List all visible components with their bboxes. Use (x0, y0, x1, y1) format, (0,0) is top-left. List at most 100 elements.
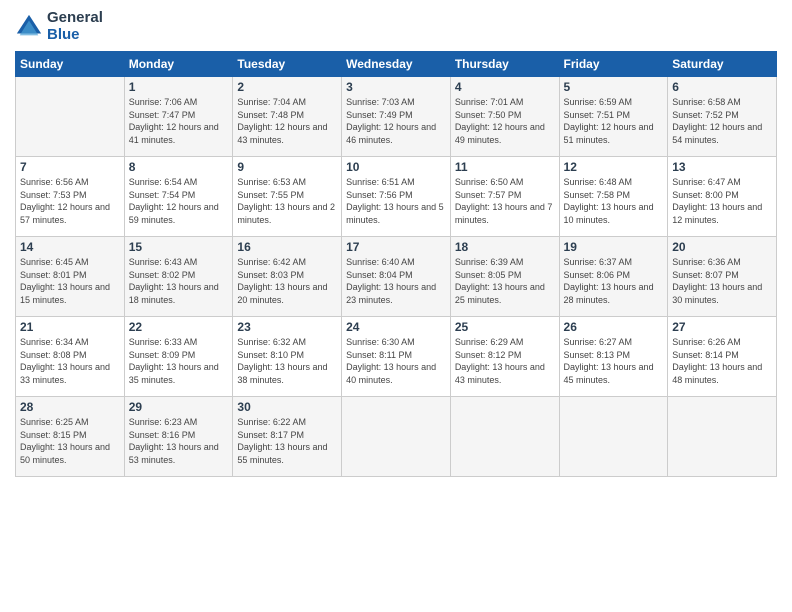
calendar-cell: 13 Sunrise: 6:47 AMSunset: 8:00 PMDayligh… (668, 157, 777, 237)
day-number: 26 (564, 320, 664, 334)
day-number: 22 (129, 320, 229, 334)
calendar-cell: 10 Sunrise: 6:51 AMSunset: 7:56 PMDayligh… (342, 157, 451, 237)
day-sun-info: Sunrise: 6:36 AMSunset: 8:07 PMDaylight:… (672, 256, 772, 306)
day-number: 13 (672, 160, 772, 174)
day-number: 8 (129, 160, 229, 174)
day-sun-info: Sunrise: 6:25 AMSunset: 8:15 PMDaylight:… (20, 416, 120, 466)
calendar-cell (559, 397, 668, 477)
calendar-cell: 7 Sunrise: 6:56 AMSunset: 7:53 PMDaylight… (16, 157, 125, 237)
logo-text-line2: Blue (47, 27, 103, 44)
day-sun-info: Sunrise: 7:04 AMSunset: 7:48 PMDaylight:… (237, 96, 337, 146)
weekday-header-thursday: Thursday (450, 52, 559, 77)
calendar-header-row: SundayMondayTuesdayWednesdayThursdayFrid… (16, 52, 777, 77)
calendar-cell: 18Sunrise: 6:39 AMSunset: 8:05 PMDayligh… (450, 237, 559, 317)
weekday-header-saturday: Saturday (668, 52, 777, 77)
day-sun-info: Sunrise: 6:47 AMSunset: 8:00 PMDaylight:… (672, 176, 772, 226)
day-sun-info: Sunrise: 6:54 AMSunset: 7:54 PMDaylight:… (129, 176, 229, 226)
calendar-cell: 5 Sunrise: 6:59 AMSunset: 7:51 PMDaylight… (559, 77, 668, 157)
calendar-table: SundayMondayTuesdayWednesdayThursdayFrid… (15, 51, 777, 477)
day-number: 6 (672, 80, 772, 94)
day-number: 9 (237, 160, 337, 174)
day-sun-info: Sunrise: 6:50 AMSunset: 7:57 PMDaylight:… (455, 176, 555, 226)
calendar-week-row: 28 Sunrise: 6:25 AMSunset: 8:15 PMDayligh… (16, 397, 777, 477)
calendar-cell: 26 Sunrise: 6:27 AMSunset: 8:13 PMDayligh… (559, 317, 668, 397)
day-sun-info: Sunrise: 6:29 AMSunset: 8:12 PMDaylight:… (455, 336, 555, 386)
calendar-cell: 22 Sunrise: 6:33 AMSunset: 8:09 PMDayligh… (124, 317, 233, 397)
calendar-cell: 9 Sunrise: 6:53 AMSunset: 7:55 PMDaylight… (233, 157, 342, 237)
weekday-header-friday: Friday (559, 52, 668, 77)
day-number: 1 (129, 80, 229, 94)
calendar-cell: 20 Sunrise: 6:36 AMSunset: 8:07 PMDayligh… (668, 237, 777, 317)
calendar-cell: 2 Sunrise: 7:04 AMSunset: 7:48 PMDaylight… (233, 77, 342, 157)
day-number: 16 (237, 240, 337, 254)
day-sun-info: Sunrise: 6:30 AMSunset: 8:11 PMDaylight:… (346, 336, 446, 386)
day-number: 5 (564, 80, 664, 94)
calendar-cell: 3 Sunrise: 7:03 AMSunset: 7:49 PMDaylight… (342, 77, 451, 157)
day-number: 14 (20, 240, 120, 254)
day-number: 15 (129, 240, 229, 254)
day-sun-info: Sunrise: 6:48 AMSunset: 7:58 PMDaylight:… (564, 176, 664, 226)
day-sun-info: Sunrise: 6:27 AMSunset: 8:13 PMDaylight:… (564, 336, 664, 386)
calendar-cell: 23 Sunrise: 6:32 AMSunset: 8:10 PMDayligh… (233, 317, 342, 397)
day-number: 30 (237, 400, 337, 414)
calendar-cell (668, 397, 777, 477)
day-sun-info: Sunrise: 6:51 AMSunset: 7:56 PMDaylight:… (346, 176, 446, 226)
calendar-cell: 8 Sunrise: 6:54 AMSunset: 7:54 PMDaylight… (124, 157, 233, 237)
day-number: 23 (237, 320, 337, 334)
calendar-cell: 24 Sunrise: 6:30 AMSunset: 8:11 PMDayligh… (342, 317, 451, 397)
calendar-cell: 15 Sunrise: 6:43 AMSunset: 8:02 PMDayligh… (124, 237, 233, 317)
weekday-header-monday: Monday (124, 52, 233, 77)
day-number: 2 (237, 80, 337, 94)
day-sun-info: Sunrise: 6:58 AMSunset: 7:52 PMDaylight:… (672, 96, 772, 146)
logo-text-line1: General (47, 10, 103, 27)
day-number: 24 (346, 320, 446, 334)
calendar-cell: 4 Sunrise: 7:01 AMSunset: 7:50 PMDaylight… (450, 77, 559, 157)
calendar-week-row: 1 Sunrise: 7:06 AMSunset: 7:47 PMDaylight… (16, 77, 777, 157)
day-number: 28 (20, 400, 120, 414)
day-sun-info: Sunrise: 6:32 AMSunset: 8:10 PMDaylight:… (237, 336, 337, 386)
main-container: General Blue SundayMondayTuesdayWednesda… (0, 0, 792, 487)
calendar-cell: 21 Sunrise: 6:34 AMSunset: 8:08 PMDayligh… (16, 317, 125, 397)
header: General Blue (15, 10, 777, 43)
day-number: 18 (455, 240, 555, 254)
day-sun-info: Sunrise: 6:42 AMSunset: 8:03 PMDaylight:… (237, 256, 337, 306)
calendar-cell: 25 Sunrise: 6:29 AMSunset: 8:12 PMDayligh… (450, 317, 559, 397)
day-sun-info: Sunrise: 6:59 AMSunset: 7:51 PMDaylight:… (564, 96, 664, 146)
day-number: 27 (672, 320, 772, 334)
calendar-cell: 27Sunrise: 6:26 AMSunset: 8:14 PMDayligh… (668, 317, 777, 397)
calendar-week-row: 14Sunrise: 6:45 AMSunset: 8:01 PMDayligh… (16, 237, 777, 317)
day-sun-info: Sunrise: 6:23 AMSunset: 8:16 PMDaylight:… (129, 416, 229, 466)
day-sun-info: Sunrise: 6:22 AMSunset: 8:17 PMDaylight:… (237, 416, 337, 466)
day-number: 4 (455, 80, 555, 94)
day-number: 17 (346, 240, 446, 254)
calendar-cell (450, 397, 559, 477)
day-sun-info: Sunrise: 6:53 AMSunset: 7:55 PMDaylight:… (237, 176, 337, 226)
day-number: 19 (564, 240, 664, 254)
weekday-header-sunday: Sunday (16, 52, 125, 77)
calendar-cell: 11Sunrise: 6:50 AMSunset: 7:57 PMDayligh… (450, 157, 559, 237)
day-number: 7 (20, 160, 120, 174)
day-sun-info: Sunrise: 7:01 AMSunset: 7:50 PMDaylight:… (455, 96, 555, 146)
day-sun-info: Sunrise: 6:56 AMSunset: 7:53 PMDaylight:… (20, 176, 120, 226)
calendar-cell: 28 Sunrise: 6:25 AMSunset: 8:15 PMDayligh… (16, 397, 125, 477)
day-sun-info: Sunrise: 6:37 AMSunset: 8:06 PMDaylight:… (564, 256, 664, 306)
day-number: 3 (346, 80, 446, 94)
calendar-cell: 29 Sunrise: 6:23 AMSunset: 8:16 PMDayligh… (124, 397, 233, 477)
day-sun-info: Sunrise: 6:33 AMSunset: 8:09 PMDaylight:… (129, 336, 229, 386)
day-number: 10 (346, 160, 446, 174)
weekday-header-tuesday: Tuesday (233, 52, 342, 77)
logo: General Blue (15, 10, 103, 43)
day-sun-info: Sunrise: 7:03 AMSunset: 7:49 PMDaylight:… (346, 96, 446, 146)
day-number: 25 (455, 320, 555, 334)
day-number: 29 (129, 400, 229, 414)
day-sun-info: Sunrise: 6:34 AMSunset: 8:08 PMDaylight:… (20, 336, 120, 386)
calendar-cell: 17 Sunrise: 6:40 AMSunset: 8:04 PMDayligh… (342, 237, 451, 317)
day-sun-info: Sunrise: 7:06 AMSunset: 7:47 PMDaylight:… (129, 96, 229, 146)
day-number: 20 (672, 240, 772, 254)
calendar-week-row: 7 Sunrise: 6:56 AMSunset: 7:53 PMDaylight… (16, 157, 777, 237)
calendar-cell: 12Sunrise: 6:48 AMSunset: 7:58 PMDayligh… (559, 157, 668, 237)
day-sun-info: Sunrise: 6:43 AMSunset: 8:02 PMDaylight:… (129, 256, 229, 306)
day-sun-info: Sunrise: 6:40 AMSunset: 8:04 PMDaylight:… (346, 256, 446, 306)
day-number: 21 (20, 320, 120, 334)
calendar-cell: 6 Sunrise: 6:58 AMSunset: 7:52 PMDaylight… (668, 77, 777, 157)
